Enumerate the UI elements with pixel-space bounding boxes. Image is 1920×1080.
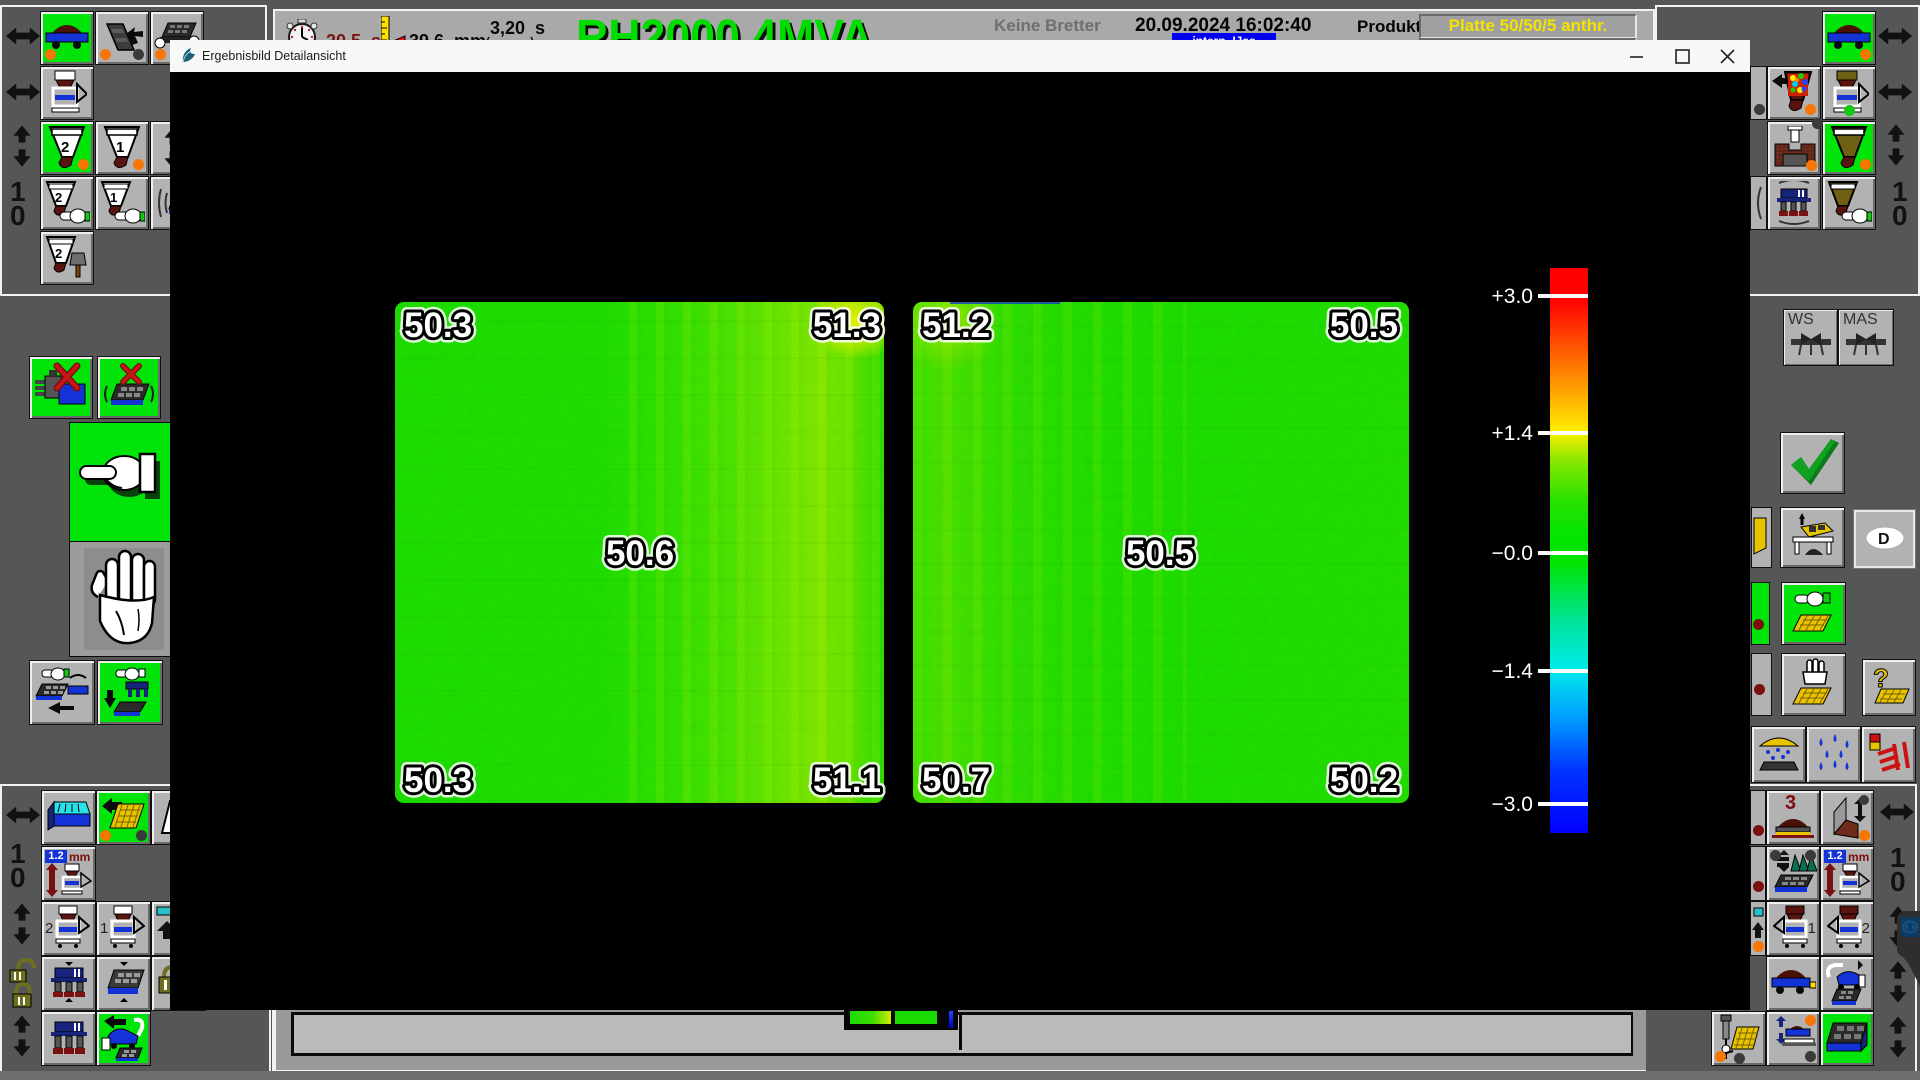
svg-text:2: 2 <box>55 190 62 205</box>
svg-text:50.3: 50.3 <box>404 306 472 345</box>
svg-text:1: 1 <box>116 139 124 156</box>
svg-text:2: 2 <box>55 246 62 261</box>
svg-text:50.2: 50.2 <box>1330 761 1398 800</box>
svg-text:1: 1 <box>110 190 117 205</box>
svg-text:50.7: 50.7 <box>922 761 990 800</box>
svg-text:50.3: 50.3 <box>404 761 472 800</box>
svg-text:2: 2 <box>61 139 69 156</box>
svg-text:50.5: 50.5 <box>1330 306 1398 345</box>
svg-text:50.5: 50.5 <box>1126 534 1194 573</box>
svg-text:51.3: 51.3 <box>813 306 881 345</box>
svg-text:51.2: 51.2 <box>922 306 990 345</box>
svg-text:D: D <box>1878 531 1890 548</box>
svg-text:50.6: 50.6 <box>606 534 674 573</box>
svg-text:51.1: 51.1 <box>813 761 881 800</box>
